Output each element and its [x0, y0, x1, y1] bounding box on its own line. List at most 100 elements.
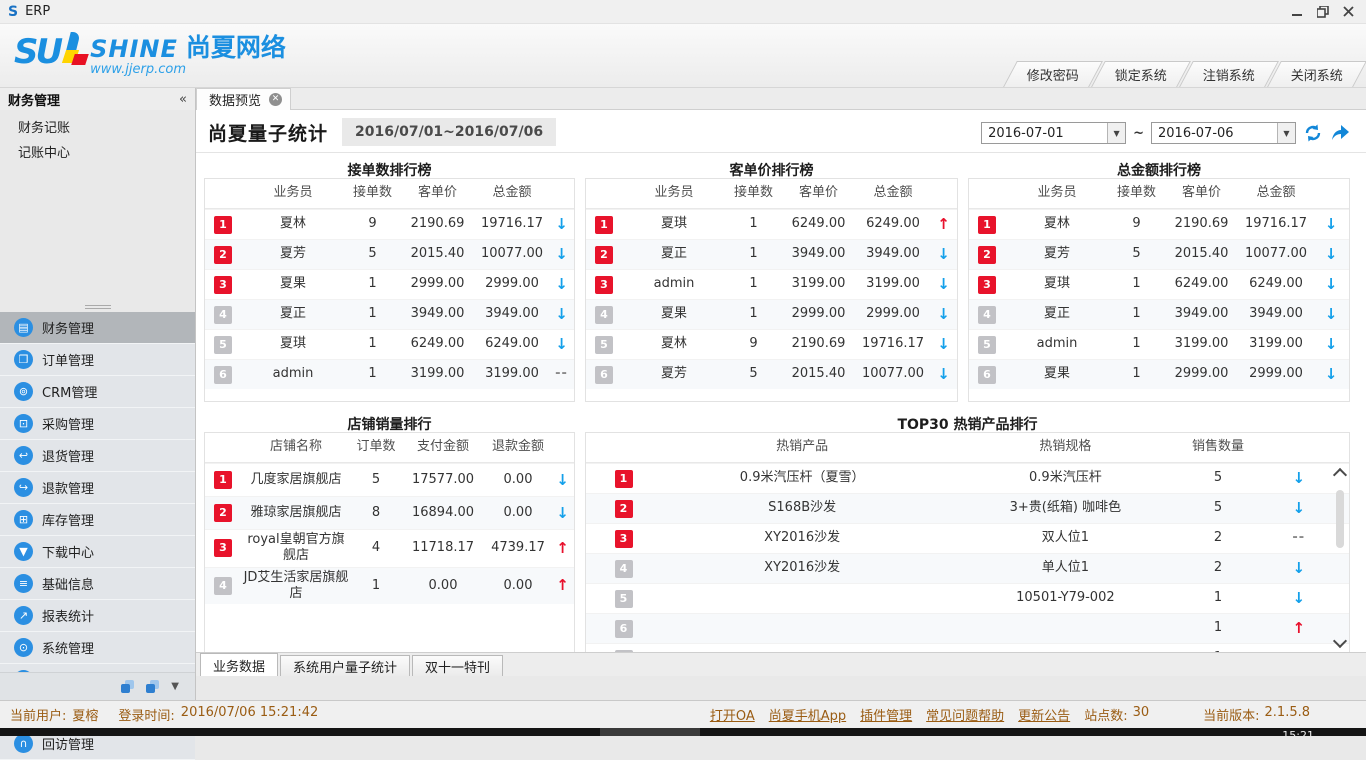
sidebar-item-inventory[interactable]: ⊞库存管理 [0, 504, 195, 536]
chevron-down-icon[interactable]: ▼ [1107, 123, 1125, 143]
data-cell: 单人位1 [943, 558, 1187, 578]
bottom-tabstrip: 业务数据系统用户量子统计双十一特刊 [196, 652, 1366, 676]
sidebar-item-returns[interactable]: ↩退货管理 [0, 440, 195, 472]
scroll-up-icon[interactable] [1333, 468, 1347, 482]
sidebar-item-orders[interactable]: ❒订单管理 [0, 344, 195, 376]
trend-down-icon: ↓ [930, 333, 957, 356]
sidebar-item-refunds[interactable]: ↪退款管理 [0, 472, 195, 504]
refresh-icon[interactable] [1303, 123, 1323, 143]
data-cell: 6249.00 [1239, 274, 1313, 294]
sidebar-subitem-finance-bookkeeping[interactable]: 财务记账 [0, 116, 195, 141]
sidebar-item-crm[interactable]: ⊚CRM管理 [0, 376, 195, 408]
toolbar-caret-icon[interactable]: ▼ [171, 681, 179, 692]
brand-url: www.jjerp.com [90, 62, 286, 77]
data-cell: 6249.00 [856, 214, 930, 234]
table-row[interactable]: 3夏琪16249.006249.00↓ [969, 269, 1349, 299]
data-cell: 8 [351, 503, 401, 523]
minimize-icon[interactable] [1292, 6, 1303, 17]
status-link-update-notice[interactable]: 更新公告 [1018, 705, 1070, 724]
table-row[interactable]: 5夏林92190.6919716.17↓ [586, 329, 957, 359]
table-row[interactable]: 1夏林92190.6919716.17↓ [205, 209, 574, 239]
table-row[interactable]: 3XY2016沙发双人位12-- [586, 523, 1349, 553]
table-title-top30-products: TOP30 热销产品排行 [585, 414, 1350, 434]
rank-cell: 1 [969, 214, 1005, 236]
share-arrow-icon[interactable] [1330, 123, 1350, 143]
scroll-down-icon[interactable] [1333, 634, 1347, 648]
rank-cell: 3 [205, 274, 241, 296]
sidebar-splitter[interactable] [0, 304, 195, 309]
date-to-value: 2016-07-06 [1152, 126, 1277, 141]
table-row[interactable]: 5admin13199.003199.00↓ [969, 329, 1349, 359]
sidebar-item-label: 订单管理 [42, 350, 94, 369]
table-row[interactable]: 2S168B沙发3+贵(纸箱) 咖啡色5↓ [586, 493, 1349, 523]
table-row[interactable]: 1夏林92190.6919716.17↓ [969, 209, 1349, 239]
table-row[interactable]: 4夏果12999.002999.00↓ [586, 299, 957, 329]
collapse-sidebar-icon[interactable]: « [179, 92, 187, 107]
data-cell: 5 [1187, 468, 1248, 488]
bottom-tab-user-quantum-stats[interactable]: 系统用户量子统计 [280, 655, 410, 676]
tab-data-preview[interactable]: 数据预览 ✕ [196, 88, 291, 110]
status-link-mobile-app[interactable]: 尚夏手机App [769, 705, 846, 724]
table-row[interactable]: 3royal皇朝官方旗舰店411718.174739.17↑ [205, 529, 574, 567]
table-row[interactable]: 4夏正13949.003949.00↓ [969, 299, 1349, 329]
restore-icon[interactable] [1317, 6, 1329, 18]
scrollbar-thumb[interactable] [1336, 490, 1344, 548]
system-tab-logout-system[interactable]: 注销系统 [1179, 61, 1279, 87]
data-cell: 0.00 [485, 576, 551, 596]
cascade-windows-icon[interactable] [121, 680, 134, 693]
chevron-down-icon[interactable]: ▼ [1277, 123, 1295, 143]
data-cell: 3199.00 [781, 274, 856, 294]
system-tab-close-system[interactable]: 关闭系统 [1267, 61, 1366, 87]
date-to-select[interactable]: 2016-07-06 ▼ [1151, 122, 1296, 144]
table-row[interactable]: 2夏芳52015.4010077.00↓ [205, 239, 574, 269]
table-row[interactable]: 510501-Y79-0021↓ [586, 583, 1349, 613]
table-row[interactable]: 6夏果12999.002999.00↓ [969, 359, 1349, 389]
rank-cell: 4 [586, 304, 622, 326]
date-from-select[interactable]: 2016-07-01 ▼ [981, 122, 1126, 144]
bottom-tab-double11-special[interactable]: 双十一特刊 [412, 655, 503, 676]
data-cell: 3+贵(纸箱) 咖啡色 [943, 498, 1187, 518]
bottom-tab-business-data[interactable]: 业务数据 [200, 653, 278, 676]
status-link-plugin-manager[interactable]: 插件管理 [860, 705, 912, 724]
table-row[interactable]: 5夏琪16249.006249.00↓ [205, 329, 574, 359]
table-scrollbar[interactable] [1332, 464, 1348, 654]
system-tab-change-password[interactable]: 修改密码 [1003, 61, 1103, 87]
table-row[interactable]: 6夏芳52015.4010077.00↓ [586, 359, 957, 389]
rank-cell: 2 [205, 502, 241, 524]
table-row[interactable]: 2夏正13949.003949.00↓ [586, 239, 957, 269]
table-row[interactable]: 10.9米汽压杆（夏雪）0.9米汽压杆5↓ [586, 463, 1349, 493]
sidebar-subitem-bookkeeping-center[interactable]: 记账中心 [0, 141, 195, 166]
table-row[interactable]: 3admin13199.003199.00↓ [586, 269, 957, 299]
table-row[interactable]: 4XY2016沙发单人位12↓ [586, 553, 1349, 583]
data-cell: 1 [1109, 304, 1164, 324]
table-row[interactable]: 2夏芳52015.4010077.00↓ [969, 239, 1349, 269]
sidebar-item-base-info[interactable]: ≡基础信息 [0, 568, 195, 600]
sidebar-item-downloads[interactable]: ▼下载中心 [0, 536, 195, 568]
column-header: 热销产品 [661, 437, 943, 457]
rank-badge: 1 [595, 216, 613, 234]
sidebar-item-reports[interactable]: ↗报表统计 [0, 600, 195, 632]
table-row[interactable]: 4夏正13949.003949.00↓ [205, 299, 574, 329]
table-title-total-amount-rank: 总金额排行榜 [968, 160, 1350, 180]
table-row[interactable]: 4JD艾生活家居旗舰店10.000.00↑ [205, 567, 574, 605]
table-row[interactable]: 6admin13199.003199.00-- [205, 359, 574, 389]
table-header-row: 热销产品热销规格销售数量 [586, 433, 1349, 463]
sidebar-item-purchase[interactable]: ⊡采购管理 [0, 408, 195, 440]
version-value: 2.1.5.8 [1265, 705, 1310, 724]
close-icon[interactable] [1343, 6, 1354, 17]
data-cell: 3199.00 [475, 364, 549, 384]
data-cell: 3199.00 [856, 274, 930, 294]
status-link-faq-help[interactable]: 常见问题帮助 [926, 705, 1004, 724]
sidebar-item-finance[interactable]: ▤财务管理 [0, 312, 195, 344]
table-row[interactable]: 1夏琪16249.006249.00↑ [586, 209, 957, 239]
table-row[interactable]: 2雅琼家居旗舰店816894.000.00↓ [205, 496, 574, 529]
status-link-open-oa[interactable]: 打开OA [710, 705, 755, 724]
tab-close-icon[interactable]: ✕ [269, 93, 282, 106]
data-cell: admin [241, 364, 345, 384]
table-row[interactable]: 3夏果12999.002999.00↓ [205, 269, 574, 299]
system-tab-lock-system[interactable]: 锁定系统 [1091, 61, 1191, 87]
table-row[interactable]: 1几度家居旗舰店517577.000.00↓ [205, 463, 574, 496]
tile-windows-icon[interactable] [146, 680, 159, 693]
sidebar-item-system[interactable]: ⊙系统管理 [0, 632, 195, 664]
table-row[interactable]: 61↑ [586, 613, 1349, 643]
